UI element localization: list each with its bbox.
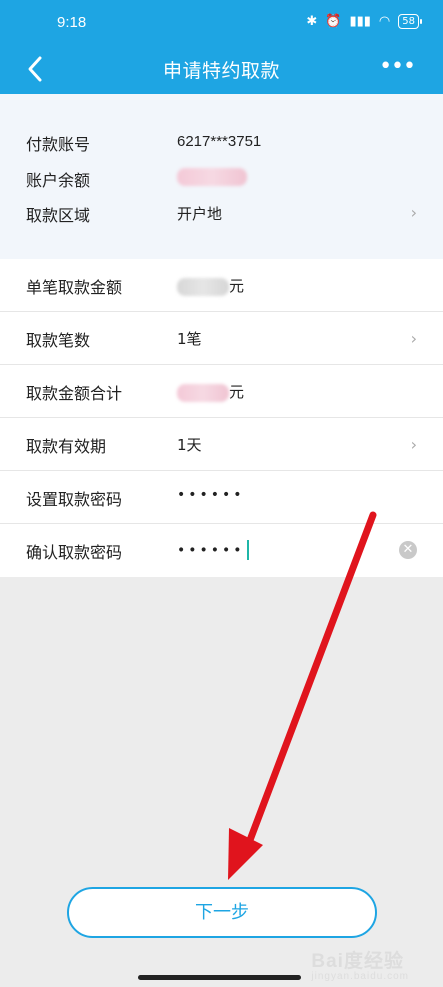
confirm-password-value: •••••• <box>177 542 245 559</box>
next-step-button[interactable]: 下一步 <box>67 887 377 938</box>
count-value: 1笔 <box>177 330 202 348</box>
home-indicator[interactable] <box>138 975 301 980</box>
single-amount-row[interactable]: 单笔取款金额 元 <box>0 259 443 312</box>
navigation-bar: 申请特约取款 ••• <box>0 44 443 94</box>
page-title: 申请特约取款 <box>162 60 280 82</box>
region-value: 开户地 <box>177 206 223 223</box>
wifi-icon: ◠ <box>378 14 391 29</box>
single-amount-unit: 元 <box>229 277 245 295</box>
total-unit: 元 <box>229 383 245 401</box>
count-row[interactable]: 取款笔数 1笔 › <box>0 312 443 365</box>
account-label: 付款账号 <box>26 135 91 154</box>
more-options-button[interactable]: ••• <box>379 54 416 79</box>
account-value: 6217***3751 <box>177 133 262 150</box>
total-label: 取款金额合计 <box>26 384 123 403</box>
confirm-password-label: 确认取款密码 <box>26 543 123 562</box>
clear-input-icon[interactable]: ✕ <box>399 541 417 559</box>
total-row: 取款金额合计 元 <box>0 365 443 418</box>
chevron-right-icon: › <box>410 329 417 348</box>
app-header: 9:18 ✱ ⏰ ▮▮▮ ◠ 58 申请特约取款 ••• <box>0 0 443 94</box>
signal-icon: ▮▮▮ <box>349 14 371 29</box>
count-label: 取款笔数 <box>26 331 91 350</box>
set-password-label: 设置取款密码 <box>26 490 123 509</box>
text-cursor <box>246 540 249 560</box>
balance-value-redacted <box>177 168 247 187</box>
validity-label: 取款有效期 <box>26 437 107 456</box>
set-password-row[interactable]: 设置取款密码 •••••• <box>0 471 443 524</box>
watermark: Bai度经验 jingyan.baidu.com <box>311 946 409 982</box>
single-amount-label: 单笔取款金额 <box>26 278 123 297</box>
validity-row[interactable]: 取款有效期 1天 › <box>0 418 443 471</box>
watermark-url: jingyan.baidu.com <box>311 971 409 982</box>
total-value: 元 <box>177 381 244 402</box>
single-amount-input[interactable]: 元 <box>177 275 244 296</box>
balance-label: 账户余额 <box>26 171 91 190</box>
bluetooth-icon: ✱ <box>306 14 318 29</box>
battery-icon: 58 <box>398 14 422 29</box>
set-password-input[interactable]: •••••• <box>177 487 245 503</box>
status-icons: ✱ ⏰ ▮▮▮ ◠ 58 <box>306 14 422 29</box>
confirm-password-input[interactable]: •••••• <box>177 540 249 560</box>
withdrawal-form: 单笔取款金额 元 取款笔数 1笔 › 取款金额合计 元 取款有效期 1天 › 设… <box>0 259 443 577</box>
confirm-password-row[interactable]: 确认取款密码 •••••• ✕ <box>0 524 443 577</box>
validity-value: 1天 <box>177 436 202 454</box>
account-info-panel: 付款账号 6217***3751 账户余额 取款区域 开户地 › <box>0 94 443 259</box>
watermark-brand: Bai度经验 <box>311 951 404 972</box>
region-label: 取款区域 <box>26 206 91 225</box>
status-bar: 9:18 ✱ ⏰ ▮▮▮ ◠ 58 <box>0 0 443 44</box>
alarm-icon: ⏰ <box>325 14 342 29</box>
chevron-right-icon: › <box>410 203 417 222</box>
chevron-right-icon: › <box>410 435 417 454</box>
status-time: 9:18 <box>57 14 87 31</box>
